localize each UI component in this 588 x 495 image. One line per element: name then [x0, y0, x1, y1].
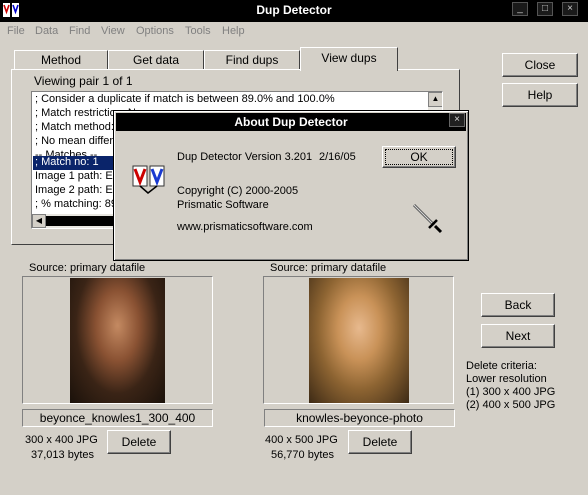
image1-size: 37,013 bytes — [31, 449, 94, 461]
menu-bar: File Data Find View Options Tools Help — [0, 22, 588, 42]
minimize-button[interactable]: _ — [512, 2, 528, 16]
tab-view-dups[interactable]: View dups — [300, 47, 398, 71]
image1-dimensions: 300 x 400 JPG — [25, 434, 98, 446]
menu-help[interactable]: Help — [222, 25, 245, 37]
delete-image1-button[interactable]: Delete — [107, 430, 171, 454]
menu-options[interactable]: Options — [136, 25, 174, 37]
image2-dimensions: 400 x 500 JPG — [265, 434, 338, 446]
copyright-text: Copyright (C) 2000-2005 — [177, 185, 299, 197]
list-item[interactable]: ; Consider a duplicate if match is betwe… — [35, 93, 335, 107]
app-logo-icon — [132, 165, 165, 194]
dialog-close-button[interactable]: × — [449, 113, 465, 127]
back-button[interactable]: Back — [481, 293, 555, 317]
tab-method[interactable]: Method — [14, 50, 108, 70]
website-url[interactable]: www.prismaticsoftware.com — [177, 221, 313, 233]
image1-source-label: Source: primary datafile — [29, 262, 146, 274]
scroll-left-icon[interactable]: ◀ — [32, 214, 46, 228]
menu-find[interactable]: Find — [69, 25, 90, 37]
title-bar: Dup Detector _ □ × — [0, 0, 588, 22]
version-date: 2/16/05 — [319, 151, 356, 163]
delete-criteria-rule: Lower resolution — [466, 373, 547, 385]
tab-get-data[interactable]: Get data — [108, 50, 204, 70]
viewing-pair-label: Viewing pair 1 of 1 — [34, 74, 133, 88]
image1-filename: beyonce_knowles1_300_400 — [22, 409, 213, 427]
list-item[interactable]: Image 1 path: E: — [35, 170, 116, 184]
list-item[interactable]: ; No mean differ — [35, 135, 113, 149]
close-button[interactable]: Close — [502, 53, 578, 77]
sword-icon — [412, 203, 443, 234]
image2-photo — [309, 278, 409, 403]
menu-tools[interactable]: Tools — [185, 25, 211, 37]
maximize-button[interactable]: □ — [537, 2, 553, 16]
image1-photo — [70, 278, 165, 403]
help-button[interactable]: Help — [502, 83, 578, 107]
delete-criteria-image2: (2) 400 x 500 JPG — [466, 399, 556, 411]
delete-criteria-image1: (1) 300 x 400 JPG — [466, 386, 556, 398]
image2-frame — [263, 276, 454, 404]
image2-filename: knowles-beyonce-photo — [264, 409, 455, 427]
delete-criteria-title: Delete criteria: — [466, 360, 537, 372]
delete-image2-button[interactable]: Delete — [348, 430, 412, 454]
dialog-title: About Dup Detector — [116, 113, 466, 131]
scroll-thumb[interactable] — [46, 216, 116, 226]
image1-frame — [22, 276, 213, 404]
close-window-button[interactable]: × — [562, 2, 578, 16]
next-button[interactable]: Next — [481, 324, 555, 348]
tab-find-dups[interactable]: Find dups — [204, 50, 300, 70]
list-item-selected[interactable]: ; Match no: 1 — [33, 156, 113, 170]
scroll-up-icon[interactable]: ▲ — [428, 92, 442, 107]
about-dialog: About Dup Detector × Dup Detector Versio… — [113, 110, 469, 261]
menu-data[interactable]: Data — [35, 25, 58, 37]
company-name: Prismatic Software — [177, 199, 269, 211]
menu-view[interactable]: View — [101, 25, 125, 37]
list-item[interactable]: ; % matching: 89 — [35, 198, 117, 212]
window-title: Dup Detector — [256, 3, 332, 17]
menu-file[interactable]: File — [7, 25, 25, 37]
image2-source-label: Source: primary datafile — [270, 262, 387, 274]
list-item[interactable]: ; Match method: — [35, 121, 114, 135]
list-item[interactable]: Image 2 path: E: — [35, 184, 116, 198]
image2-size: 56,770 bytes — [271, 449, 334, 461]
ok-button[interactable]: OK — [382, 146, 456, 168]
version-text: Dup Detector Version 3.201 — [177, 151, 313, 163]
